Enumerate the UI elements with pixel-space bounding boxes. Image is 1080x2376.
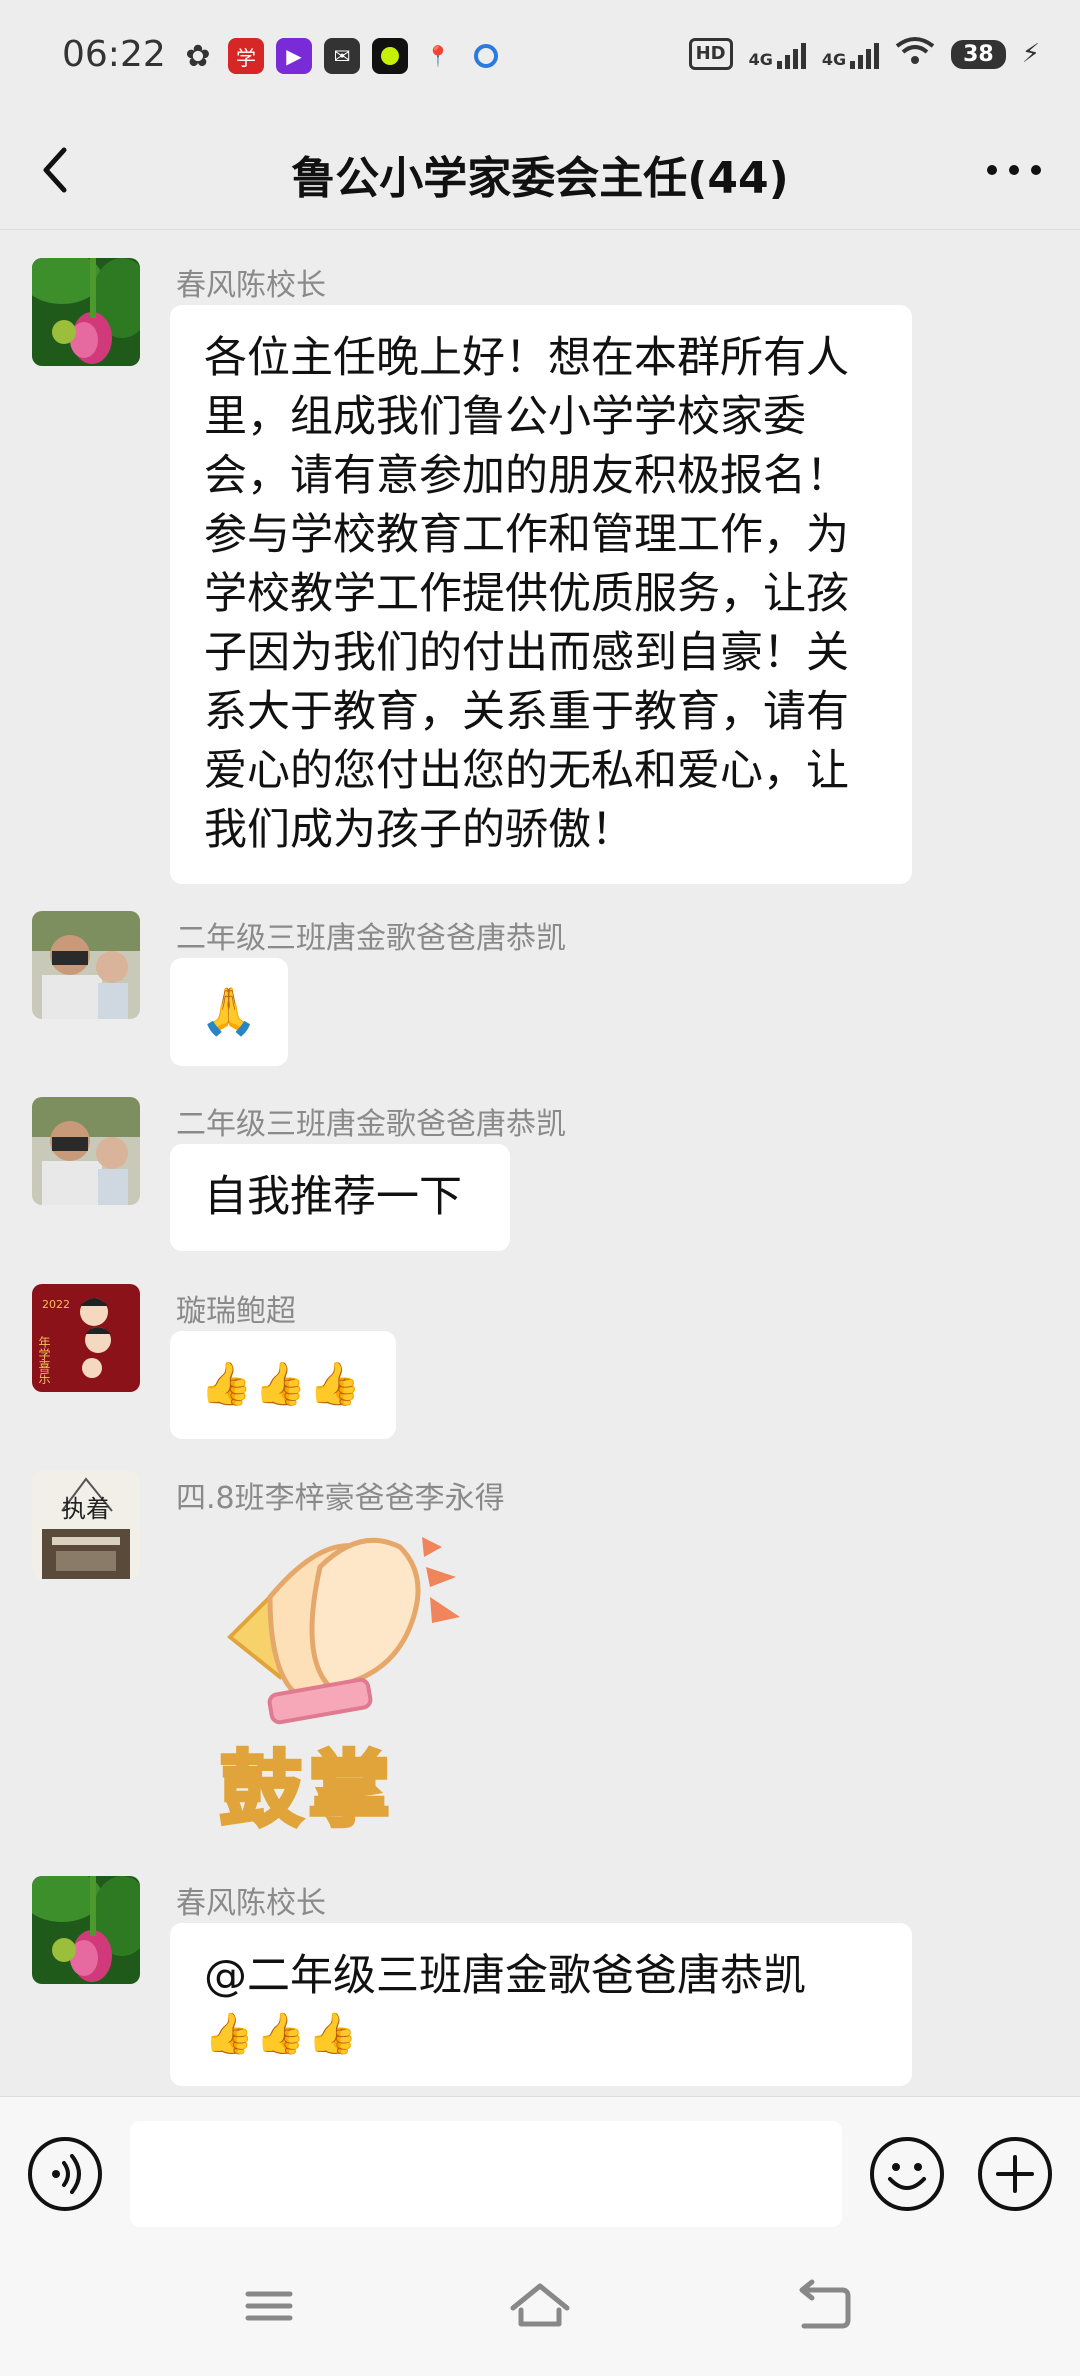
smiley-icon [888, 2163, 926, 2190]
signal-icon [776, 39, 806, 69]
input-bar [0, 2096, 1080, 2236]
emoji-button[interactable] [870, 2137, 944, 2211]
calligraphy-avatar-icon: 执着 [32, 1471, 140, 1579]
chat-header: 鲁公小学家委会主任(44) [0, 110, 1080, 230]
message-item: 春风陈校长 各位主任晚上好！想在本群所有人 里，组成我们鲁公小学学校家委 会，请… [0, 258, 1080, 898]
system-nav-bar [0, 2236, 1080, 2376]
sender-name: 二年级三班唐金歌爸爸唐恭凯 [176, 921, 566, 956]
more-button[interactable] [984, 150, 1044, 190]
home-icon [510, 2283, 570, 2327]
message-item: 二年级三班唐金歌爸爸唐恭凯 自我推荐一下 [0, 1097, 1080, 1267]
battery-icon: 38 [951, 39, 1006, 69]
system-icons: HD 4G 4G 38 ⚡ [688, 36, 1040, 72]
message-bubble[interactable]: 👍👍👍 [170, 1331, 396, 1439]
menu-icon [245, 2291, 293, 2321]
sticker-text: 鼓掌 [218, 1741, 397, 1840]
father-child-avatar-icon [32, 911, 140, 1019]
message-text: 自我推荐一下 [204, 1172, 462, 1222]
sender-name: 璇瑞鲍超 [176, 1294, 296, 1329]
map-pin-app-icon: 📍 [420, 38, 456, 74]
lotus-avatar-icon [32, 258, 140, 366]
father-child-avatar-icon [32, 1097, 140, 1205]
nav-home-button[interactable] [505, 2276, 575, 2336]
message-item: 2022 年学喜乐 璇瑞鲍超 👍👍👍 [0, 1284, 1080, 1454]
charging-icon: ⚡ [1021, 39, 1040, 69]
nav-menu-button[interactable] [234, 2276, 304, 2336]
message-list[interactable]: 春风陈校长 各位主任晚上好！想在本群所有人 里，组成我们鲁公小学学校家委 会，请… [0, 231, 1080, 2096]
avatar[interactable]: 2022 年学喜乐 [32, 1284, 140, 1392]
nav-back-button[interactable] [790, 2276, 860, 2336]
thumbs-up-emoji: 👍👍👍 [204, 2011, 360, 2057]
circle-app-icon [372, 38, 408, 74]
plus-icon [996, 2155, 1034, 2193]
wechat-icon: ✿ [180, 38, 216, 74]
avatar-calligraphy-text: 执着 [62, 1495, 110, 1523]
status-bar: 06:22 ✿ 学 ▶ ✉ 📍 HD 4G 4G 38 ⚡ [0, 0, 1080, 110]
notification-icons: ✿ 学 ▶ ✉ 📍 [180, 38, 504, 74]
avatar[interactable] [32, 911, 140, 1019]
clapping-sticker[interactable]: 鼓掌 [210, 1527, 480, 1840]
wifi-icon [895, 36, 935, 72]
network-4g-1: 4G [749, 39, 806, 69]
back-icon [799, 2279, 851, 2329]
voice-icon [52, 2154, 81, 2194]
new-year-avatar-icon: 2022 年学喜乐 [32, 1284, 140, 1392]
message-item: 执着 四.8班李梓豪爸爸李永得 鼓掌 [0, 1471, 1080, 1841]
study-app-icon: 学 [228, 38, 264, 74]
avatar[interactable] [32, 1097, 140, 1205]
browser-app-icon [468, 38, 504, 74]
message-bubble[interactable]: @二年级三班唐金歌爸爸唐恭凯 👍👍👍 [170, 1923, 912, 2086]
sender-name: 春风陈校长 [176, 268, 326, 303]
status-time: 06:22 [62, 34, 166, 75]
chat-title: 鲁公小学家委会主任(44) [291, 153, 789, 204]
avatar-year-text: 2022 [42, 1298, 70, 1311]
message-text: @二年级三班唐金歌爸爸唐恭凯 [204, 1951, 806, 2001]
plus-button[interactable] [978, 2137, 1052, 2211]
clapping-hands-icon [227, 1537, 460, 1725]
message-bubble[interactable]: 自我推荐一下 [170, 1144, 510, 1251]
avatar[interactable] [32, 258, 140, 366]
message-item: 春风陈校长 @二年级三班唐金歌爸爸唐恭凯 👍👍👍 [0, 1876, 1080, 2096]
message-input[interactable] [130, 2121, 842, 2227]
sender-name: 春风陈校长 [176, 1886, 326, 1921]
signal-icon [850, 39, 880, 69]
sender-name: 四.8班李梓豪爸爸李永得 [176, 1481, 505, 1516]
more-dots-icon [987, 165, 1041, 175]
avatar[interactable]: 执着 [32, 1471, 140, 1579]
avatar[interactable] [32, 1876, 140, 1984]
mail-app-icon: ✉ [324, 38, 360, 74]
thumbs-up-emoji: 👍👍👍 [200, 1359, 363, 1408]
message-item: 二年级三班唐金歌爸爸唐恭凯 🙏 [0, 911, 1080, 1081]
network-4g-2: 4G [822, 39, 880, 69]
message-bubble[interactable]: 🙏 [170, 958, 288, 1066]
pray-emoji: 🙏 [200, 984, 258, 1038]
avatar-phrase-text: 年学喜乐 [37, 1336, 51, 1384]
voice-button[interactable] [28, 2137, 102, 2211]
message-text: 各位主任晚上好！想在本群所有人 里，组成我们鲁公小学学校家委 会，请有意参加的朋… [204, 333, 849, 855]
hd-icon: HD [688, 38, 733, 70]
lotus-avatar-icon [32, 1876, 140, 1984]
sender-name: 二年级三班唐金歌爸爸唐恭凯 [176, 1107, 566, 1142]
video-app-icon: ▶ [276, 38, 312, 74]
message-bubble[interactable]: 各位主任晚上好！想在本群所有人 里，组成我们鲁公小学学校家委 会，请有意参加的朋… [170, 305, 912, 884]
